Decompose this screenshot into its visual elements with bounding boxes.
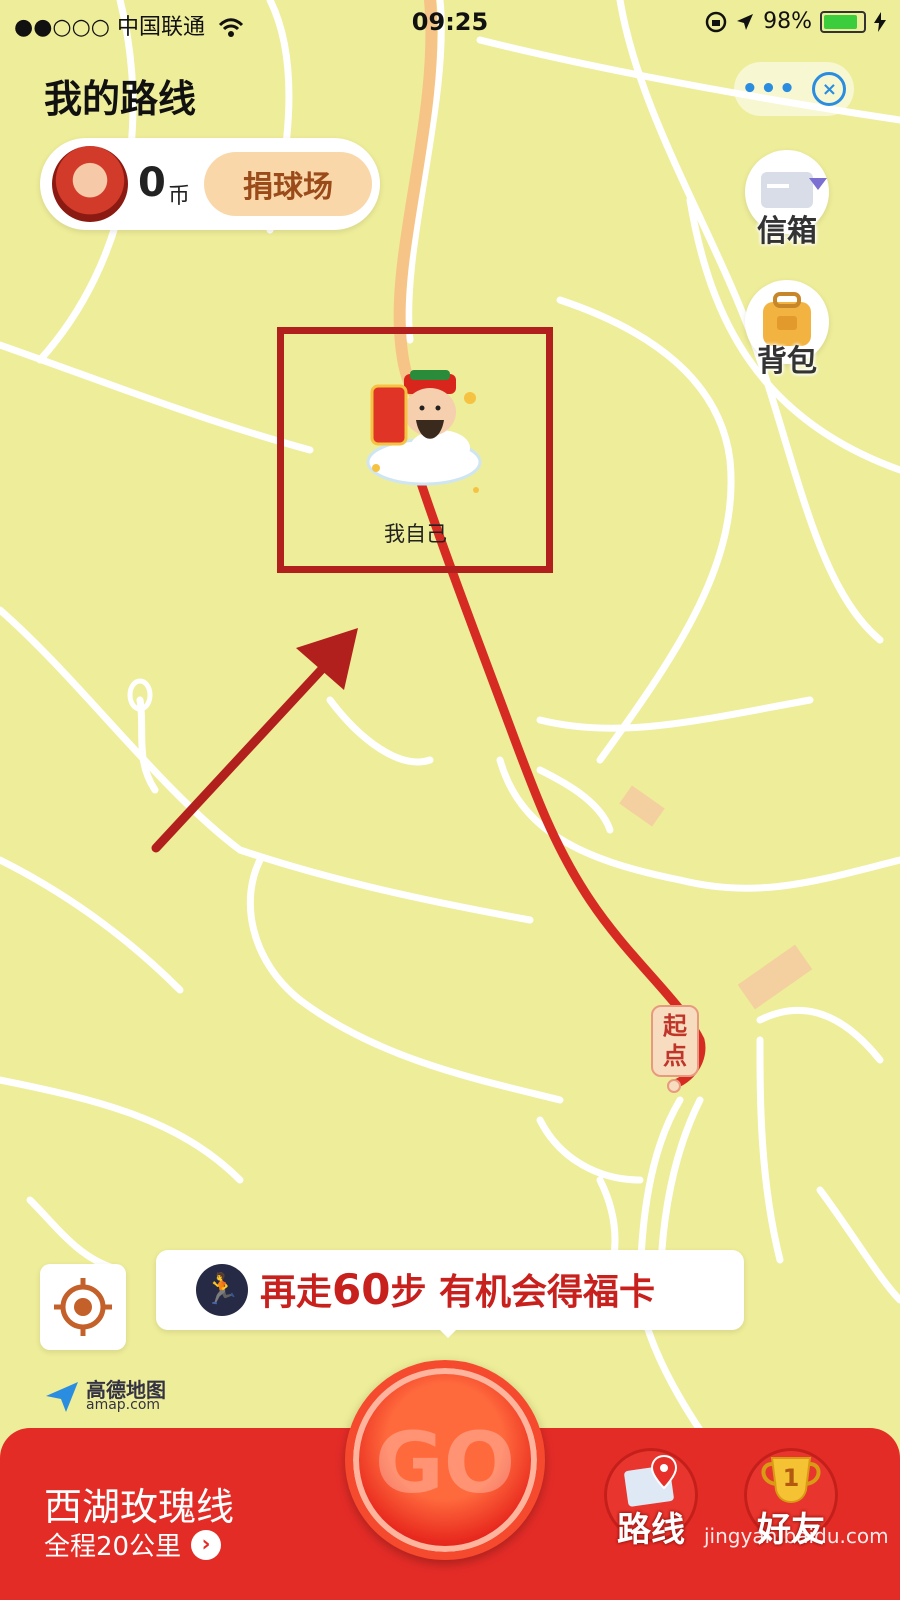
step-hint-banner: 🏃 再走60步 有机会得福卡 <box>156 1250 744 1330</box>
hint-prefix: 再走 <box>260 1272 333 1313</box>
coin-count: 0 <box>138 160 166 206</box>
amap-logo-icon <box>46 1382 78 1412</box>
page-title: 我的路线 <box>44 77 197 121</box>
go-label: GO <box>374 1414 516 1512</box>
route-distance[interactable]: 全程20公里 › <box>44 1526 222 1563</box>
amap-domain: amap.com <box>86 1397 161 1413</box>
more-dots-icon[interactable]: ••• <box>742 74 798 104</box>
donate-button[interactable]: 捐球场 <box>204 152 372 216</box>
coin-panel: 0 币 捐球场 <box>40 138 380 230</box>
status-right: 98% <box>705 9 886 34</box>
location-arrow-icon <box>737 13 754 30</box>
trophy-badge: 1 <box>783 1464 800 1492</box>
hint-suffix: 步 有机会得福卡 <box>390 1272 656 1313</box>
hint-pointer <box>438 1328 458 1338</box>
route-name[interactable]: 西湖玫瑰线 <box>44 1476 234 1531</box>
chevron-right-icon: › <box>191 1529 222 1560</box>
running-icon: 🏃 <box>196 1264 248 1316</box>
backpack-button[interactable]: 背包 <box>742 280 832 380</box>
avatar[interactable] <box>52 146 128 222</box>
hint-steps: 60 <box>332 1265 391 1314</box>
battery-fill <box>824 14 858 29</box>
start-marker[interactable]: 起点 <box>651 1005 699 1085</box>
tab-route-label: 路线 <box>617 1510 685 1550</box>
route-distance-text: 全程20公里 <box>44 1532 182 1562</box>
rotation-lock-icon <box>705 11 727 32</box>
hint-text: 再走60步 有机会得福卡 <box>260 1263 655 1315</box>
battery-icon <box>820 10 866 33</box>
crosshair-icon <box>54 1278 112 1336</box>
mailbox-button[interactable]: 信箱 <box>742 150 832 250</box>
locate-button[interactable] <box>40 1264 126 1350</box>
tab-route[interactable]: 路线 <box>596 1432 706 1550</box>
go-button[interactable]: GO <box>345 1360 545 1560</box>
backpack-label: 背包 <box>757 344 817 379</box>
mailbox-label: 信箱 <box>757 214 817 249</box>
status-bar: ●●○○○ 中国联通 09:25 98% <box>0 0 900 44</box>
close-icon[interactable]: × <box>812 72 847 106</box>
charging-icon <box>874 11 886 32</box>
mini-program-capsule: ••• × <box>734 62 854 116</box>
amap-logo: 高德地图 amap.com <box>44 1376 194 1416</box>
battery-percent: 98% <box>763 9 812 34</box>
coin-unit: 币 <box>168 184 191 209</box>
watermark: jingyan.baidu.com <box>704 1524 889 1548</box>
me-label: 我自己 <box>384 522 447 546</box>
start-label: 起点 <box>651 1005 699 1077</box>
